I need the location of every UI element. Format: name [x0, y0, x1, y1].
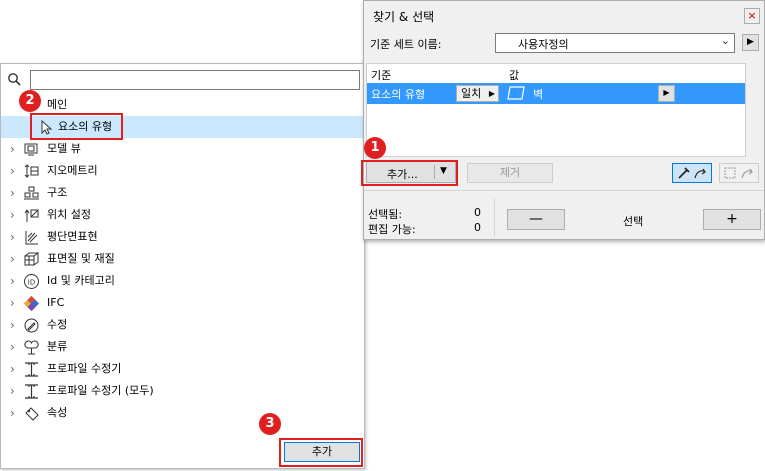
tree-item-label: IFC — [47, 296, 65, 309]
tree-item-label: 평단면표현 — [47, 230, 98, 243]
selected-count: 0 — [474, 206, 481, 219]
tree-item-label: 모델 뷰 — [47, 142, 81, 155]
chevron-down-icon: ⌄ — [720, 34, 730, 47]
chevron-right-icon[interactable]: › — [10, 270, 20, 292]
tree-item-profile-modifier[interactable]: › 프로파일 수정기 — [1, 358, 364, 380]
positioning-icon — [24, 209, 39, 222]
match-operator-button[interactable]: 일치 ▶ — [456, 85, 499, 102]
tree-item-id-category[interactable]: › ID Id 및 카테고리 — [1, 270, 364, 292]
chevron-right-icon[interactable]: › — [10, 292, 20, 314]
set-name-value: 사용자정의 — [518, 38, 569, 51]
ifc-icon — [24, 296, 39, 311]
triangle-right-icon: ▶ — [488, 89, 495, 98]
tree-item-model-view[interactable]: › 모델 뷰 — [1, 138, 364, 160]
close-button[interactable]: × — [744, 8, 760, 24]
highlight-box-1 — [361, 160, 458, 186]
select-button[interactable]: + — [703, 209, 761, 230]
set-name-label: 기준 세트 이름: — [370, 38, 442, 51]
row-criteria: 요소의 유형 — [371, 88, 426, 101]
row-value: 벽 — [533, 88, 544, 101]
geometry-icon — [24, 164, 39, 178]
criteria-tree: 메인 요소의 유형 › 모델 뷰 › 지오메트리 › 구조 › 위치 설정 › … — [1, 94, 364, 424]
tree-item-property[interactable]: › 속성 — [1, 402, 364, 424]
tree-item-label: 프로파일 수정기 — [47, 362, 122, 375]
chevron-right-icon[interactable]: › — [10, 336, 20, 358]
tree-item-floor-plan[interactable]: › 평단면표현 — [1, 226, 364, 248]
selected-label: 선택됨: — [368, 208, 403, 221]
tree-item-profile-modifier-all[interactable]: › 프로파일 수정기 (모두) — [1, 380, 364, 402]
tree-item-label: 속성 — [47, 406, 68, 419]
highlight-box-3 — [279, 438, 363, 467]
tree-item-geometry[interactable]: › 지오메트리 — [1, 160, 364, 182]
set-options-button[interactable]: ▶ — [742, 34, 759, 51]
column-value: 값 — [509, 69, 520, 82]
chevron-right-icon[interactable]: › — [10, 402, 20, 424]
callout-2: 2 — [19, 90, 41, 112]
tree-item-surface-material[interactable]: › 표면질 및 재질 — [1, 248, 364, 270]
tree-item-ifc[interactable]: › IFC — [1, 292, 364, 314]
profile-modifier-icon — [25, 384, 38, 399]
pick-parameters-button[interactable] — [672, 163, 712, 183]
chevron-right-icon[interactable]: › — [10, 226, 20, 248]
wall-icon — [507, 86, 525, 100]
property-icon — [25, 407, 39, 421]
inject-parameters-button[interactable] — [719, 163, 759, 183]
search-icon — [8, 73, 21, 86]
search-input[interactable] — [30, 70, 360, 90]
tree-item-label: 구조 — [47, 186, 68, 199]
remove-button[interactable]: 제거 — [467, 163, 553, 183]
callout-1: 1 — [364, 137, 386, 159]
tree-item-classification[interactable]: › 분류 — [1, 336, 364, 358]
model-view-icon — [24, 143, 38, 156]
chevron-right-icon[interactable]: › — [10, 358, 20, 380]
tree-item-label: 지오메트리 — [47, 164, 98, 177]
editable-label: 편집 가능: — [368, 223, 416, 236]
deselect-button[interactable]: — — [507, 209, 565, 230]
chevron-right-icon[interactable]: › — [10, 204, 20, 226]
callout-3: 3 — [259, 413, 281, 435]
find-select-dialog: 찾기 & 선택 × 기준 세트 이름: 사용자정의 ⌄ ▶ 기준 값 요소의 유… — [363, 0, 765, 240]
tree-item-structure[interactable]: › 구조 — [1, 182, 364, 204]
id-icon: ID — [24, 274, 39, 289]
tree-item-label: 프로파일 수정기 (모두) — [47, 384, 154, 397]
chevron-right-icon[interactable]: › — [10, 160, 20, 182]
selection-box-icon — [724, 167, 753, 179]
tree-item-label: 분류 — [47, 340, 68, 353]
grid-row[interactable]: 요소의 유형 일치 ▶ 벽 ▶ — [367, 83, 745, 104]
tree-item-label: 수정 — [47, 318, 68, 331]
value-options-button[interactable]: ▶ — [658, 85, 675, 102]
chevron-right-icon[interactable]: › — [10, 138, 20, 160]
tree-item-label: 위치 설정 — [47, 208, 91, 221]
tree-item-modify[interactable]: › 수정 — [1, 314, 364, 336]
surface-icon — [24, 252, 40, 266]
svg-text:ID: ID — [28, 279, 35, 287]
search-bar — [5, 70, 361, 90]
criteria-grid: 기준 값 요소의 유형 일치 ▶ 벽 ▶ — [366, 63, 746, 157]
highlight-box-2 — [30, 113, 123, 140]
column-criteria: 기준 — [371, 69, 392, 82]
match-label: 일치 — [461, 87, 482, 100]
tree-item-label: Id 및 카테고리 — [47, 274, 115, 287]
structure-icon — [24, 186, 39, 200]
select-label: 선택 — [623, 215, 644, 228]
tree-item-label: 표면질 및 재질 — [47, 252, 115, 265]
profile-modifier-icon — [25, 362, 38, 377]
tree-item-positioning[interactable]: › 위치 설정 — [1, 204, 364, 226]
chevron-right-icon[interactable]: › — [10, 314, 20, 336]
floor-plan-icon — [25, 231, 38, 245]
set-name-select[interactable]: 사용자정의 ⌄ — [495, 33, 735, 53]
grid-header: 기준 값 — [367, 64, 745, 84]
editable-count: 0 — [474, 221, 481, 234]
chevron-right-icon[interactable]: › — [10, 380, 20, 402]
modify-icon — [24, 318, 39, 333]
dialog-title: 찾기 & 선택 — [373, 10, 435, 24]
classification-icon — [24, 340, 39, 355]
chevron-right-icon[interactable]: › — [10, 248, 20, 270]
eyedropper-icon — [678, 167, 706, 179]
chevron-right-icon[interactable]: › — [10, 182, 20, 204]
